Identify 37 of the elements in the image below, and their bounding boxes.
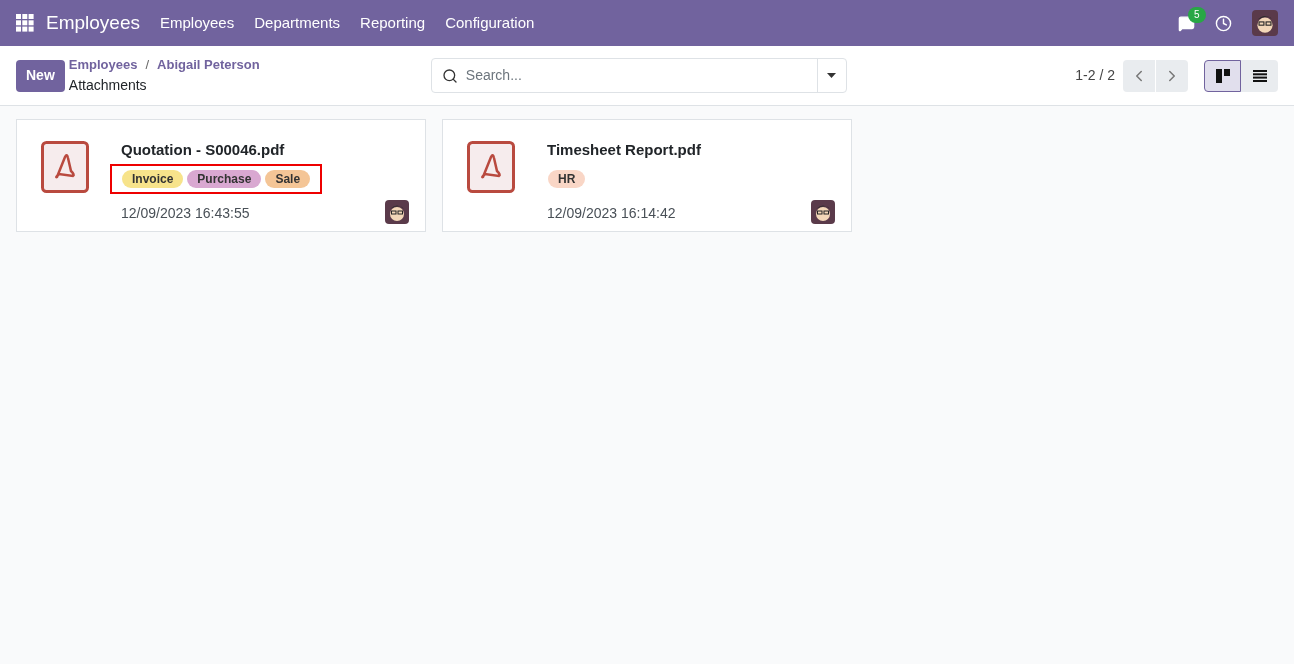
- pdf-file-icon: [467, 141, 515, 193]
- app-name[interactable]: Employees: [46, 8, 140, 38]
- dropdown-caret-icon[interactable]: [827, 73, 837, 78]
- kanban-icon: [1215, 68, 1230, 83]
- new-button[interactable]: New: [16, 59, 65, 92]
- breadcrumb-separator: /: [145, 56, 150, 75]
- search-bar[interactable]: Search...: [430, 58, 847, 93]
- search-field[interactable]: Search...: [465, 65, 817, 86]
- attachment-card[interactable]: Timesheet Report.pdf HR 12/09/2023 16:14:42: [442, 119, 852, 232]
- apps-grid-icon[interactable]: [16, 14, 34, 32]
- menu-item[interactable]: Departments: [254, 11, 341, 35]
- page-title: Attachments: [68, 75, 148, 95]
- avatar-icon[interactable]: [385, 199, 409, 224]
- breadcrumb-link[interactable]: Abigail Peterson: [157, 55, 260, 75]
- message-count: 5: [1188, 6, 1206, 23]
- avatar-icon[interactable]: [1252, 10, 1278, 36]
- clock-icon[interactable]: [1215, 14, 1232, 32]
- tag: Sale: [265, 169, 311, 188]
- menu-item[interactable]: Configuration: [445, 11, 535, 35]
- date-time: 12/09/2023 16:43:55: [121, 203, 250, 223]
- date-time: 12/09/2023 16:14:42: [547, 203, 676, 223]
- tag: Purchase: [187, 169, 262, 188]
- view-switch-button[interactable]: [1241, 59, 1278, 92]
- pdf-file-icon: [41, 141, 89, 193]
- tag: Invoice: [122, 169, 184, 188]
- file-name: Quotation - S00046.pdf: [121, 140, 286, 160]
- menu-item[interactable]: Reporting: [360, 11, 426, 35]
- list-icon: [1252, 69, 1267, 82]
- breadcrumb-link[interactable]: Employees: [68, 55, 138, 75]
- attachment-card[interactable]: Quotation - S00046.pdf Invoice Purchase Sale 12/09/2023 16:43:55: [16, 119, 426, 232]
- menu-item[interactable]: Employees: [160, 11, 235, 35]
- search-icon: [441, 67, 458, 84]
- tag: HR: [548, 169, 586, 188]
- pager-value: 1-2 / 2: [1075, 66, 1115, 85]
- view-switch-button[interactable]: [1204, 59, 1241, 92]
- file-name: Timesheet Report.pdf: [547, 140, 702, 160]
- avatar-icon[interactable]: [811, 199, 835, 224]
